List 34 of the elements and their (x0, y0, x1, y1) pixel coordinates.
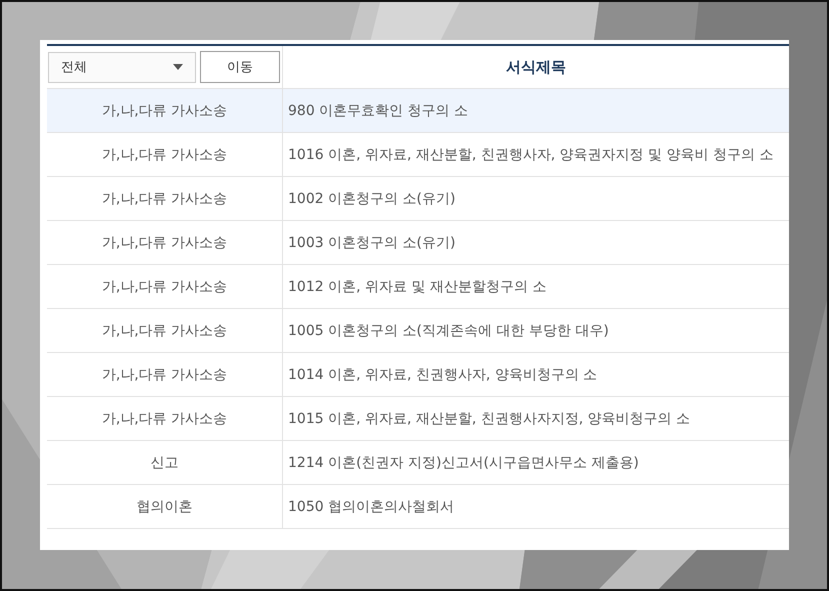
category-cell: 가,나,다류 가사소송 (47, 309, 283, 352)
column-header: 서식제목 (505, 56, 567, 78)
table-row[interactable]: 신고 1214 이혼(친권자 지정)신고서(시구읍면사무소 제출용) (47, 441, 789, 485)
title-cell-text: 1005 이혼청구의 소(직계존속에 대한 부당한 대우) (287, 322, 610, 340)
table-row[interactable]: 가,나,다류 가사소송 1012 이혼, 위자료 및 재산분할청구의 소 (47, 265, 789, 309)
category-cell: 가,나,다류 가사소송 (47, 133, 283, 176)
table-row[interactable]: 협의이혼 1050 협의이혼의사철회서 (47, 485, 789, 529)
title-cell-text: 980 이혼무효확인 청구의 소 (287, 102, 470, 120)
title-cell-text: 1015 이혼, 위자료, 재산분할, 친권행사자지정, 양육비청구의 소 (287, 410, 692, 428)
table-row[interactable]: 가,나,다류 가사소송 1005 이혼청구의 소(직계존속에 대한 부당한 대우) (47, 309, 789, 353)
category-cell: 신고 (47, 441, 283, 484)
move-button[interactable]: 이동 (200, 51, 280, 83)
title-cell-text: 1014 이혼, 위자료, 친권행사자, 양육비청구의 소 (287, 366, 598, 384)
table-row[interactable]: 가,나,다류 가사소송 1003 이혼청구의 소(유기) (47, 221, 789, 265)
table-row[interactable]: 가,나,다류 가사소송 1015 이혼, 위자료, 재산분할, 친권행사자지정, 양육비청구의 소 (47, 397, 789, 441)
category-select[interactable]: 전체 (48, 52, 196, 82)
title-cell-text: 1050 협의이혼의사철회서 (287, 498, 456, 516)
category-cell: 가,나,다류 가사소송 (47, 397, 283, 440)
caret-icon (173, 64, 183, 70)
title-cell-text: 1214 이혼(친권자 지정)신고서(시구읍면사무소 제출용) (287, 454, 640, 472)
category-cell: 가,나,다류 가사소송 (47, 353, 283, 396)
category-cell: 협의이혼 (47, 485, 283, 528)
category-cell: 가,나,다류 가사소송 (47, 221, 283, 264)
title-cell-text: 1016 이혼, 위자료, 재산분할, 친권행사자, 양육권자지정 및 양육비 청구의 소 (287, 146, 774, 164)
category-cell: 가,나,다류 가사소송 (47, 177, 283, 220)
table-row[interactable]: 가,나,다류 가사소송 1016 이혼, 위자료, 재산분할, 친권행사자, 양육권자지정 및 양육비 청구의 소 (47, 133, 789, 177)
category-cell: 가,나,다류 가사소송 (47, 89, 283, 132)
table-row[interactable]: 가,나,다류 가사소송 980 이혼무효확인 청구의 소 (47, 89, 789, 133)
table-row[interactable]: 가,나,다류 가사소송 1002 이혼청구의 소(유기) (47, 177, 789, 221)
table-row[interactable]: 가,나,다류 가사소송 1014 이혼, 위자료, 친권행사자, 양육비청구의 소 (47, 353, 789, 397)
category-cell: 가,나,다류 가사소송 (47, 265, 283, 308)
title-cell-text: 1012 이혼, 위자료 및 재산분할청구의 소 (287, 278, 548, 296)
title-cell-text: 1002 이혼청구의 소(유기) (287, 190, 456, 208)
title-cell-text: 1003 이혼청구의 소(유기) (287, 234, 456, 252)
